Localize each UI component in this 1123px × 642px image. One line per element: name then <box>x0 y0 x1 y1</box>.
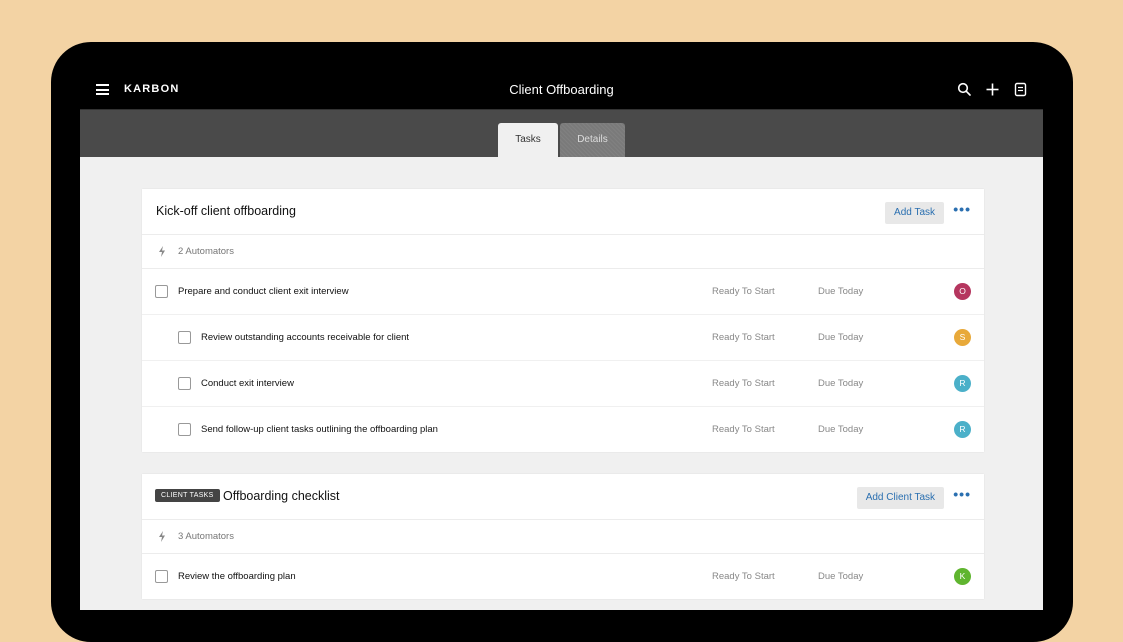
page-title: Client Offboarding <box>509 82 614 97</box>
task-name[interactable]: Send follow-up client tasks outlining th… <box>201 424 438 435</box>
task-checkbox[interactable] <box>155 285 168 298</box>
task-checkbox[interactable] <box>178 423 191 436</box>
bolt-icon <box>159 246 165 257</box>
avatar[interactable]: R <box>954 375 971 392</box>
task-row[interactable]: Review the offboarding plan Ready To Sta… <box>142 554 984 599</box>
task-checkbox[interactable] <box>178 331 191 344</box>
task-status: Ready To Start <box>712 332 775 343</box>
task-name[interactable]: Review the offboarding plan <box>178 571 296 582</box>
task-due: Due Today <box>818 378 864 389</box>
task-checkbox[interactable] <box>178 377 191 390</box>
task-row[interactable]: Conduct exit interview Ready To Start Du… <box>142 361 984 407</box>
tab-bar: Tasks Details <box>80 110 1043 157</box>
automators-row[interactable]: 3 Automators <box>142 520 984 554</box>
task-status: Ready To Start <box>712 378 775 389</box>
task-name[interactable]: Prepare and conduct client exit intervie… <box>178 286 349 297</box>
avatar[interactable]: O <box>954 283 971 300</box>
section-title: Kick-off client offboarding <box>156 204 296 218</box>
section-title: Offboarding checklist <box>223 489 340 503</box>
top-bar: KARBON Client Offboarding <box>80 70 1043 110</box>
section-kickoff: Kick-off client offboarding Add Task •••… <box>142 189 984 452</box>
automators-label: 2 Automators <box>178 246 234 257</box>
task-row[interactable]: Review outstanding accounts receivable f… <box>142 315 984 361</box>
tab-tasks[interactable]: Tasks <box>498 123 558 157</box>
add-task-button[interactable]: Add Task <box>885 202 944 224</box>
task-row[interactable]: Prepare and conduct client exit intervie… <box>142 269 984 315</box>
task-name[interactable]: Conduct exit interview <box>201 378 294 389</box>
more-dots-icon[interactable]: ••• <box>953 486 971 502</box>
task-due: Due Today <box>818 286 864 297</box>
avatar[interactable]: S <box>954 329 971 346</box>
avatar[interactable]: R <box>954 421 971 438</box>
automators-row[interactable]: 2 Automators <box>142 235 984 269</box>
plus-icon[interactable] <box>985 82 1000 97</box>
task-status: Ready To Start <box>712 286 775 297</box>
add-client-task-button[interactable]: Add Client Task <box>856 487 944 509</box>
task-name[interactable]: Review outstanding accounts receivable f… <box>201 332 409 343</box>
section-offboarding-checklist: CLIENT TASKS Offboarding checklist Add C… <box>142 474 984 599</box>
notes-icon[interactable] <box>1013 82 1028 97</box>
task-row[interactable]: Send follow-up client tasks outlining th… <box>142 407 984 452</box>
task-status: Ready To Start <box>712 424 775 435</box>
task-checkbox[interactable] <box>155 570 168 583</box>
section-header: Kick-off client offboarding Add Task ••• <box>142 189 984 235</box>
task-due: Due Today <box>818 571 864 582</box>
more-dots-icon[interactable]: ••• <box>953 201 971 217</box>
avatar[interactable]: K <box>954 568 971 585</box>
task-due: Due Today <box>818 424 864 435</box>
app-screen: KARBON Client Offboarding Tasks Details … <box>80 70 1043 610</box>
client-tasks-badge: CLIENT TASKS <box>155 489 220 502</box>
tab-details[interactable]: Details <box>560 123 625 157</box>
task-status: Ready To Start <box>712 571 775 582</box>
section-header: CLIENT TASKS Offboarding checklist Add C… <box>142 474 984 520</box>
automators-label: 3 Automators <box>178 531 234 542</box>
search-icon[interactable] <box>957 82 972 97</box>
bolt-icon <box>159 531 165 542</box>
task-due: Due Today <box>818 332 864 343</box>
